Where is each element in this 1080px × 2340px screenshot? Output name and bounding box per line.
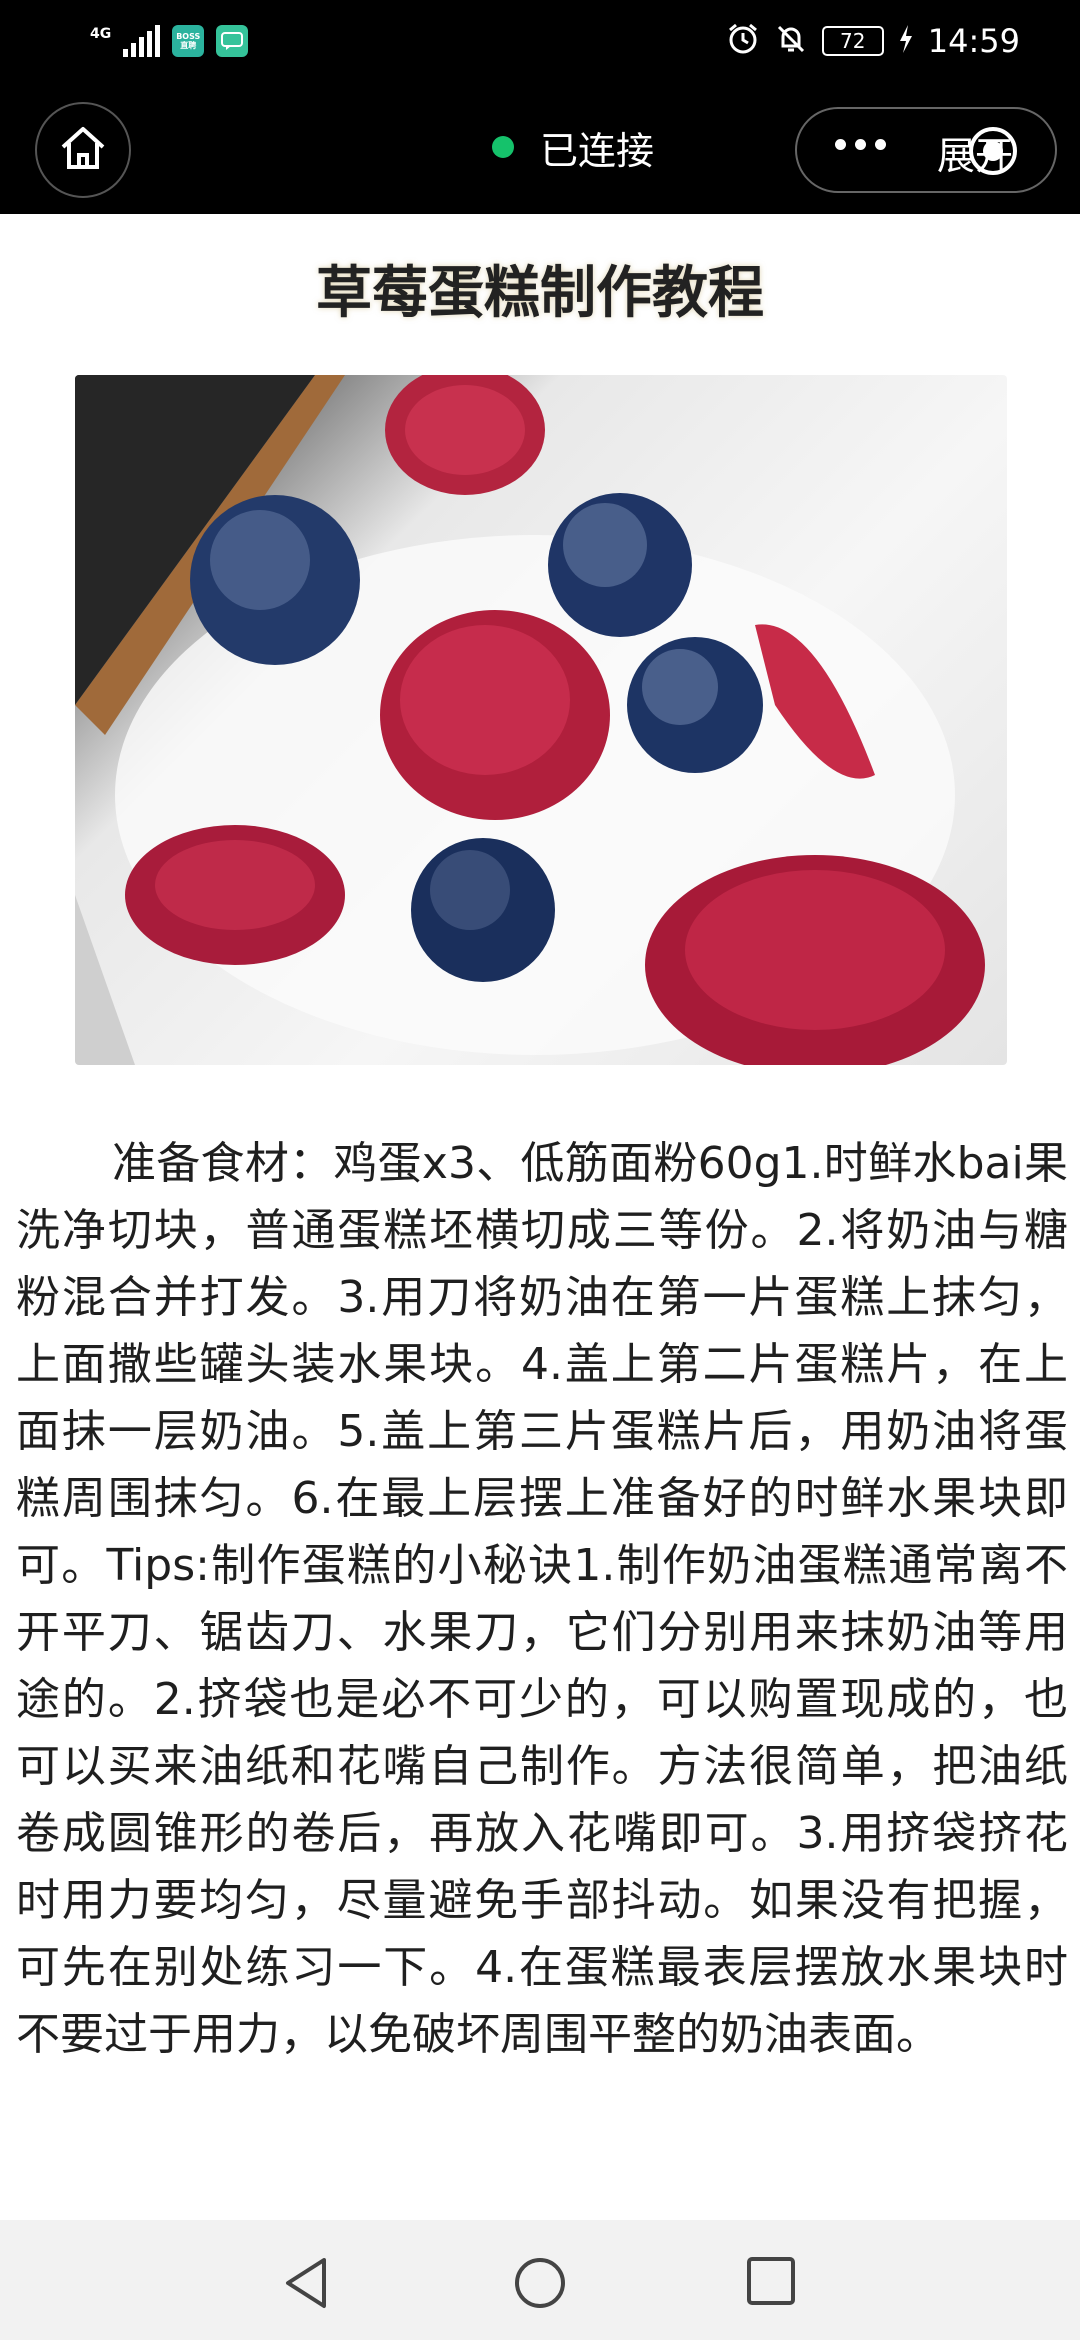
blueberry-3 xyxy=(627,637,763,773)
alarm-icon xyxy=(726,22,760,60)
blueberry-4 xyxy=(411,838,555,982)
raspberry-top xyxy=(385,375,545,495)
menu-capsule: 展开 xyxy=(795,107,1057,193)
status-left: 4G BOSS直聘 xyxy=(90,20,249,62)
article-body: 准备食材：鸡蛋x3、低筋面粉60g1.时鲜水bai果洗净切块，普通蛋糕坯横切成三… xyxy=(16,1138,1068,2060)
circle-home-icon[interactable] xyxy=(513,2256,567,2314)
clock: 14:59 xyxy=(927,22,1020,60)
page-title: 草莓蛋糕制作教程 xyxy=(316,261,764,326)
plate-edge xyxy=(75,895,135,1065)
cake-illustration xyxy=(75,375,985,1065)
top-nav-bar: 已连接 展开 xyxy=(0,82,1080,214)
home-icon xyxy=(59,125,107,175)
mute-icon xyxy=(774,22,808,60)
blueberry-2 xyxy=(548,493,692,637)
message-app-icon xyxy=(216,25,249,57)
triangle-back-icon[interactable] xyxy=(282,2256,332,2314)
raspberry-center xyxy=(380,610,610,820)
status-right: 72 14:59 xyxy=(726,16,1020,66)
blueberry-1 xyxy=(190,495,360,665)
signal-icon xyxy=(123,25,161,57)
connection-indicator: 已连接 xyxy=(492,122,655,173)
cake-photo xyxy=(75,375,1007,1065)
home-button[interactable] xyxy=(35,102,131,198)
boss-app-icon: BOSS直聘 xyxy=(172,25,205,57)
connection-status: 已连接 xyxy=(540,128,655,173)
status-bar: 4G BOSS直聘 72 14:59 xyxy=(0,0,1080,82)
charging-icon xyxy=(898,24,914,58)
network-type: 4G xyxy=(90,26,112,42)
target-close-icon[interactable] xyxy=(969,127,1017,175)
connected-dot-icon xyxy=(492,136,514,158)
raspberry-left xyxy=(125,825,345,965)
raspberry-bottom xyxy=(645,855,985,1065)
battery-level: 72 xyxy=(821,26,884,56)
square-recents-icon[interactable] xyxy=(746,2256,796,2310)
more-dots-icon[interactable] xyxy=(835,139,886,150)
system-nav-bar xyxy=(0,2220,1080,2340)
